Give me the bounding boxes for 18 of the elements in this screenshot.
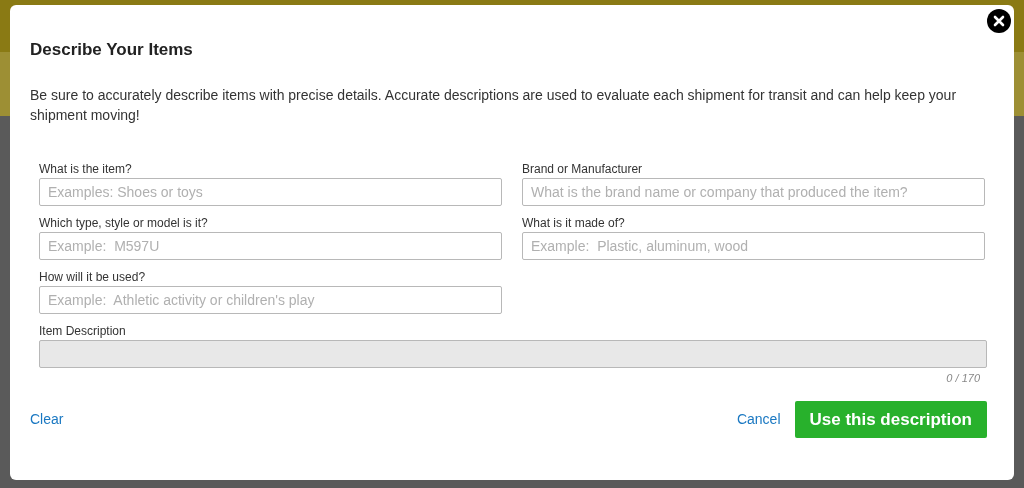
character-counter: 0 / 170 — [946, 370, 980, 386]
field-label: How will it be used? — [39, 269, 146, 284]
input-field[interactable]: Examples: Shoes or toys — [39, 177, 502, 206]
input-field[interactable]: What is the brand name or company that produced the item? — [522, 177, 985, 206]
cancel-link[interactable]: Cancel — [736, 409, 781, 430]
field-label: What is it made of? — [522, 215, 625, 230]
field-label: Which type, style or model is it? — [39, 215, 208, 230]
field-label: Brand or Manufacturer — [522, 161, 643, 176]
input-field[interactable]: Example: Athletic activity or children's play — [39, 285, 502, 314]
intro-text: Be sure to accurately describe items with precise details. Accurate descriptions are used to evaluate each shipment for transit and can help keep your shipment moving! — [30, 85, 958, 125]
clear-link[interactable]: Clear — [30, 409, 64, 430]
input-field[interactable]: Example: M597U — [39, 231, 502, 260]
input-field[interactable]: Example: Plastic, aluminum, wood — [522, 231, 985, 260]
close-icon — [993, 15, 1005, 27]
field-label: What is the item? — [39, 161, 132, 176]
dialog-title: Describe Your Items — [30, 39, 193, 61]
field-label: Item Description — [39, 323, 126, 338]
submit-button[interactable]: Use this description — [794, 401, 987, 438]
